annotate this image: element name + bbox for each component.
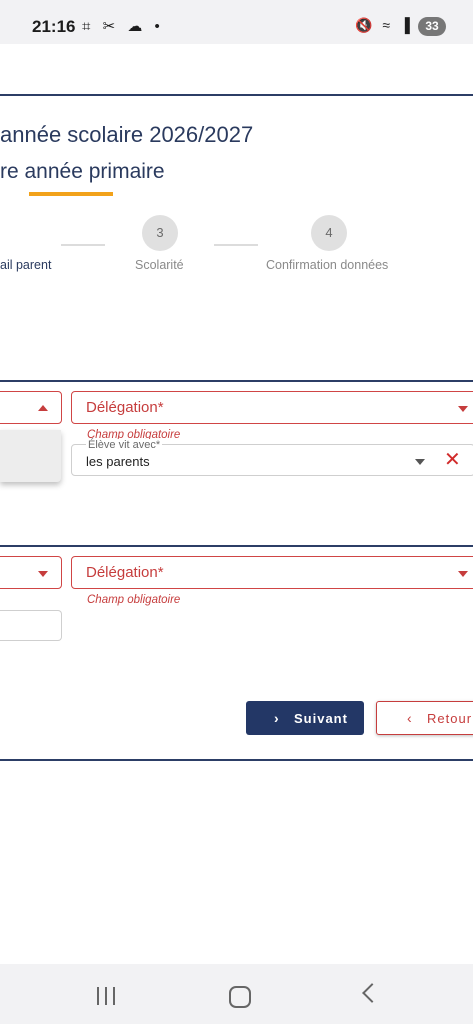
status-notification-icons: ⌗ ✂ ☁ •: [82, 18, 164, 35]
dropdown-menu-panel[interactable]: [0, 430, 61, 482]
chevron-up-icon: [38, 405, 48, 411]
home-icon[interactable]: [229, 986, 251, 1008]
step-3-circle[interactable]: 3: [142, 215, 178, 251]
chevron-down-icon[interactable]: [415, 459, 425, 465]
delegation-error-2: Champ obligatoire: [87, 594, 181, 606]
back-button[interactable]: ‹ Retour: [376, 701, 473, 735]
step-4-circle[interactable]: 4: [311, 215, 347, 251]
system-nav-bar: [0, 964, 473, 1024]
step-connector: [61, 244, 105, 246]
recent-apps-icon[interactable]: [97, 987, 119, 1005]
chevron-down-icon: [38, 571, 48, 577]
next-button[interactable]: › Suivant: [246, 701, 364, 735]
step-label-confirmation[interactable]: Confirmation données: [266, 258, 388, 272]
status-bar: 21:16 ⌗ ✂ ☁ • 🔇 ≈ ▐ 33: [0, 0, 473, 44]
left-select-open[interactable]: [0, 391, 62, 424]
step-connector: [214, 244, 258, 246]
delegation-label: Délégation*: [86, 399, 164, 416]
lives-with-label: Élève vit avec*: [86, 439, 163, 451]
delegation-select[interactable]: Délégation*: [71, 391, 473, 424]
chevron-down-icon: [458, 571, 468, 577]
next-label: Suivant: [294, 711, 348, 726]
battery-icon: 33: [418, 17, 446, 36]
chevron-down-icon: [458, 406, 468, 412]
step-label-scolarite[interactable]: Scolarité: [135, 258, 184, 272]
chevron-left-icon: ‹: [407, 710, 413, 726]
lives-with-value: les parents: [86, 454, 150, 469]
clear-icon[interactable]: ✕: [444, 447, 461, 472]
back-label: Retour: [427, 711, 473, 726]
delegation-label-2: Délégation*: [86, 564, 164, 581]
status-system-icons: 🔇 ≈ ▐: [355, 17, 413, 33]
left-select[interactable]: [0, 556, 62, 589]
step-label-parent[interactable]: ail parent: [0, 258, 51, 272]
text-input[interactable]: [0, 610, 62, 641]
page-subtitle: re année primaire: [0, 160, 165, 183]
delegation-select-2[interactable]: Délégation*: [71, 556, 473, 589]
section-separator: [0, 545, 473, 547]
status-time: 21:16: [32, 17, 76, 36]
section-separator: [0, 380, 473, 382]
page-title: année scolaire 2026/2027: [0, 122, 254, 147]
back-nav-icon[interactable]: [362, 983, 382, 1003]
title-underline: [29, 192, 113, 196]
lives-with-select[interactable]: Élève vit avec* les parents ✕: [71, 439, 473, 476]
chevron-right-icon: ›: [274, 710, 280, 726]
